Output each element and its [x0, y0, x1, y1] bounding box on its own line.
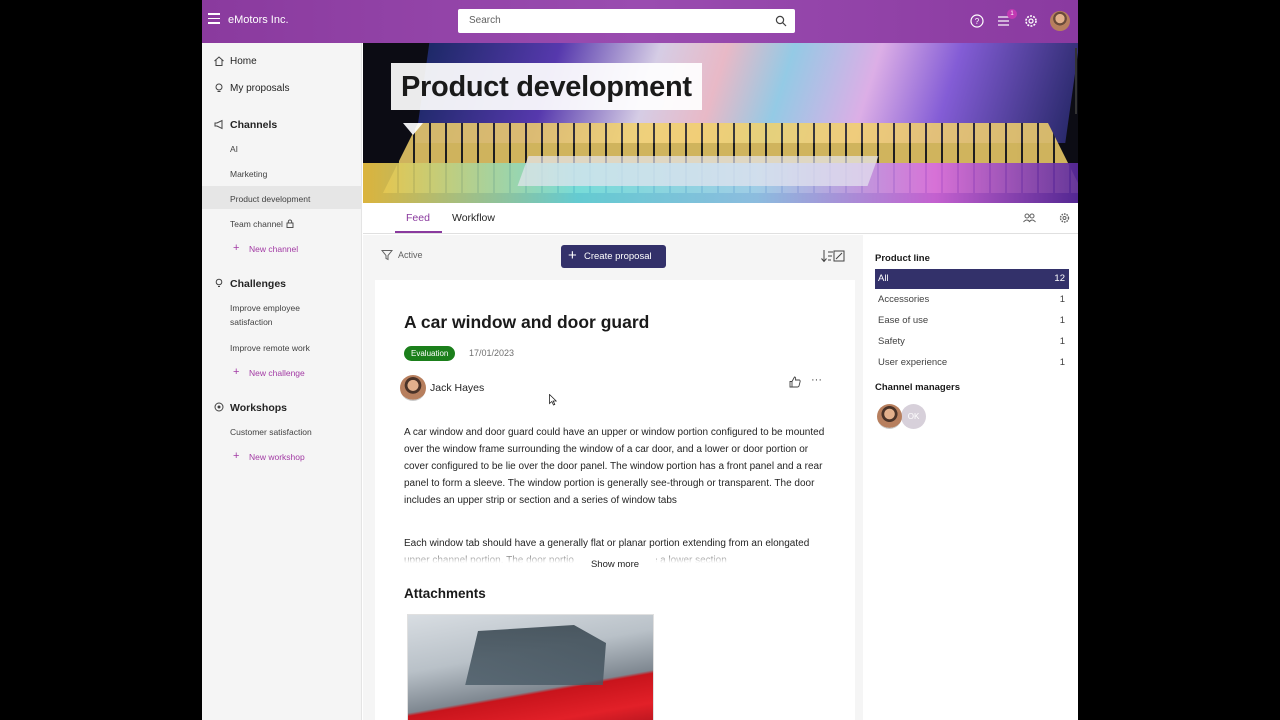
create-proposal-label: Create proposal	[584, 251, 652, 262]
section-header: Challenges	[230, 278, 287, 290]
product-line-item-all[interactable]: All 12	[875, 269, 1069, 289]
channel-banner: Product development	[363, 43, 1078, 203]
attachments-heading: Attachments	[404, 586, 486, 601]
active-tab-indicator	[395, 231, 442, 233]
new-workshop-label: New workshop	[249, 452, 305, 462]
sidebar-item-product-development[interactable]: Product development	[230, 192, 310, 206]
product-line-count: 1	[1059, 357, 1065, 368]
product-line-item-accessories[interactable]: Accessories 1	[875, 290, 1069, 310]
plus-icon: +	[568, 247, 577, 264]
product-line-name: Ease of use	[878, 315, 929, 326]
search-input[interactable]: Search	[458, 9, 795, 33]
new-channel-label: New channel	[249, 244, 299, 254]
sidebar-item-label: Home	[230, 56, 257, 67]
product-line-name: Safety	[878, 336, 905, 347]
create-proposal-button[interactable]: + Create proposal	[561, 245, 666, 268]
members-icon[interactable]	[1023, 212, 1036, 224]
right-panel: Product line All 12 Accessories 1 Ease o…	[863, 235, 1078, 720]
mouse-cursor-icon	[549, 394, 557, 406]
proposal-body: A car window and door guard could have a…	[404, 427, 825, 506]
product-line-heading: Product line	[875, 253, 930, 264]
user-avatar[interactable]	[1050, 11, 1070, 31]
banner-scrollbar[interactable]	[1075, 48, 1077, 114]
proposal-card[interactable]: A car window and door guard Evaluation 1…	[375, 280, 855, 720]
product-line-count: 1	[1059, 294, 1065, 305]
sidebar-item-label: Team channel	[230, 219, 283, 229]
lightbulb-icon	[215, 278, 223, 287]
proposal-title[interactable]: A car window and door guard	[404, 312, 649, 333]
top-bar: eMotors Inc. Search ? 1	[202, 0, 1078, 43]
page-title: Product development	[391, 63, 702, 110]
tab-workflow[interactable]: Workflow	[452, 212, 495, 224]
tab-bar: Feed Workflow	[363, 203, 1078, 234]
help-icon[interactable]: ?	[969, 13, 985, 29]
banner-image-trackpad	[517, 156, 879, 186]
plus-icon: +	[233, 366, 240, 378]
tab-feed[interactable]: Feed	[406, 212, 430, 224]
author-name[interactable]: Jack Hayes	[430, 382, 484, 394]
app-title: eMotors Inc.	[228, 14, 289, 26]
attachment-image[interactable]	[407, 614, 654, 720]
lock-icon	[286, 219, 294, 228]
section-header: Channels	[230, 119, 278, 131]
like-icon[interactable]	[789, 376, 801, 388]
sidebar-item-ai[interactable]: AI	[230, 142, 238, 156]
title-callout-tail	[403, 123, 423, 135]
manager-avatar-initials[interactable]: OK	[901, 404, 926, 429]
sidebar-item-improve-remote-work[interactable]: Improve remote work	[230, 341, 310, 355]
search-placeholder: Search	[469, 15, 501, 26]
product-line-name: All	[878, 273, 889, 284]
hamburger-menu-icon[interactable]	[208, 13, 220, 24]
lightbulb-icon	[215, 83, 223, 92]
new-challenge-label: New challenge	[249, 368, 305, 378]
sort-icon[interactable]	[820, 248, 846, 264]
proposal-date: 17/01/2023	[469, 348, 515, 358]
settings-gear-icon[interactable]	[1023, 13, 1039, 29]
sidebar-item-marketing[interactable]: Marketing	[230, 167, 267, 181]
product-line-count: 1	[1059, 315, 1065, 326]
filter-icon	[381, 250, 393, 261]
product-line-count: 12	[1054, 273, 1065, 284]
product-line-item-safety[interactable]: Safety 1	[875, 332, 1069, 352]
sidebar-item-team-channel[interactable]: Team channel	[230, 217, 294, 231]
show-more-button[interactable]: Show more	[574, 555, 656, 575]
search-icon[interactable]	[775, 15, 787, 27]
product-line-name: Accessories	[878, 294, 930, 305]
channel-settings-gear-icon[interactable]	[1058, 212, 1071, 224]
more-options-icon[interactable]: ···	[811, 374, 822, 386]
section-header: Workshops	[230, 402, 287, 414]
product-line-item-user-experience[interactable]: User experience 1	[875, 353, 1069, 373]
sidebar-item-label: My proposals	[230, 83, 290, 94]
home-icon	[214, 56, 224, 66]
feed-area: Active + Create proposal A car window an…	[363, 235, 863, 720]
megaphone-icon	[214, 119, 223, 130]
app-window: eMotors Inc. Search ? 1 Home My proposal…	[202, 0, 1078, 720]
plus-icon: +	[233, 242, 240, 254]
author-avatar[interactable]	[400, 375, 426, 401]
manager-avatar[interactable]	[877, 404, 902, 429]
product-line-name: User experience	[878, 357, 948, 368]
notification-badge: 1	[1007, 9, 1017, 19]
channel-managers-heading: Channel managers	[875, 382, 960, 393]
status-badge: Evaluation	[404, 346, 456, 361]
svg-text:?: ?	[975, 17, 980, 26]
plus-icon: +	[233, 450, 240, 462]
product-line-item-ease-of-use[interactable]: Ease of use 1	[875, 311, 1069, 331]
sidebar: Home My proposals Channels AI Marketing …	[202, 43, 362, 720]
sidebar-item-customer-satisfaction[interactable]: Customer satisfaction	[230, 425, 312, 439]
sidebar-item-improve-employee-satisfaction[interactable]: Improve employee satisfaction	[230, 301, 340, 329]
filter-label: Active	[398, 250, 423, 260]
workshop-icon	[214, 402, 224, 412]
product-line-count: 1	[1059, 336, 1065, 347]
